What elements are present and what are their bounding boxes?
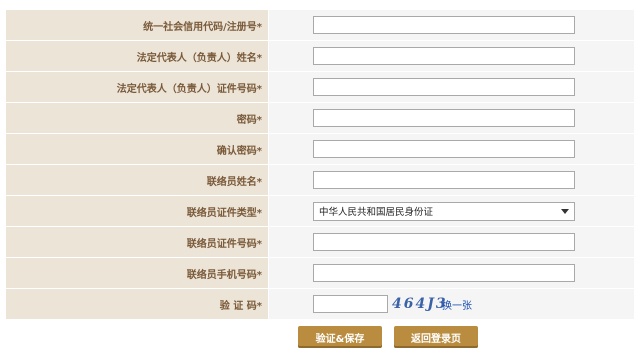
legal-rep-id-input[interactable] xyxy=(313,78,575,96)
confirm-password-input[interactable] xyxy=(313,140,575,158)
form-row-confirm-password: 确认密码* xyxy=(6,134,634,165)
captcha-image[interactable]: 464J3 xyxy=(392,296,446,313)
form-row-contact-id-type: 联络员证件类型* 中华人民共和国居民身份证 xyxy=(6,196,634,227)
form-row-password: 密码* xyxy=(6,103,634,134)
form-row-legal-rep-name: 法定代表人（负责人）姓名* xyxy=(6,41,634,72)
contact-name-input[interactable] xyxy=(313,171,575,189)
contact-id-type-select[interactable]: 中华人民共和国居民身份证 xyxy=(313,201,575,221)
contact-id-number-label: 联络员证件号码* xyxy=(6,227,269,257)
chevron-down-icon xyxy=(561,208,569,214)
contact-name-label: 联络员姓名* xyxy=(6,165,269,195)
verify-save-button[interactable]: 验证&保存 xyxy=(298,326,382,348)
form-row-contact-phone: 联络员手机号码* xyxy=(6,258,634,289)
form-row-legal-rep-id: 法定代表人（负责人）证件号码* xyxy=(6,72,634,103)
password-label: 密码* xyxy=(6,103,269,133)
legal-rep-name-input[interactable] xyxy=(313,47,575,65)
form-row-captcha: 验 证 码* 464J3 换一张 xyxy=(6,289,634,320)
back-to-login-button[interactable]: 返回登录页 xyxy=(394,326,478,348)
contact-id-type-selected: 中华人民共和国居民身份证 xyxy=(319,207,434,218)
legal-rep-name-label: 法定代表人（负责人）姓名* xyxy=(6,41,269,71)
registration-form: 统一社会信用代码/注册号* 法定代表人（负责人）姓名* 法定代表人（负责人）证件… xyxy=(6,10,634,320)
contact-id-type-label: 联络员证件类型* xyxy=(6,196,269,226)
form-row-contact-name: 联络员姓名* xyxy=(6,165,634,196)
credit-code-input[interactable] xyxy=(313,16,575,34)
password-input[interactable] xyxy=(313,109,575,127)
contact-phone-label: 联络员手机号码* xyxy=(6,258,269,288)
confirm-password-label: 确认密码* xyxy=(6,134,269,164)
refresh-captcha-link[interactable]: 换一张 xyxy=(442,297,472,312)
captcha-label: 验 证 码* xyxy=(6,289,269,319)
form-row-contact-id-number: 联络员证件号码* xyxy=(6,227,634,258)
legal-rep-id-label: 法定代表人（负责人）证件号码* xyxy=(6,72,269,102)
contact-phone-input[interactable] xyxy=(313,264,575,282)
contact-id-number-input[interactable] xyxy=(313,233,575,251)
form-actions: 验证&保存 返回登录页 xyxy=(298,326,478,348)
captcha-input[interactable] xyxy=(313,295,388,313)
credit-code-label: 统一社会信用代码/注册号* xyxy=(6,10,269,40)
form-row-credit-code: 统一社会信用代码/注册号* xyxy=(6,10,634,41)
